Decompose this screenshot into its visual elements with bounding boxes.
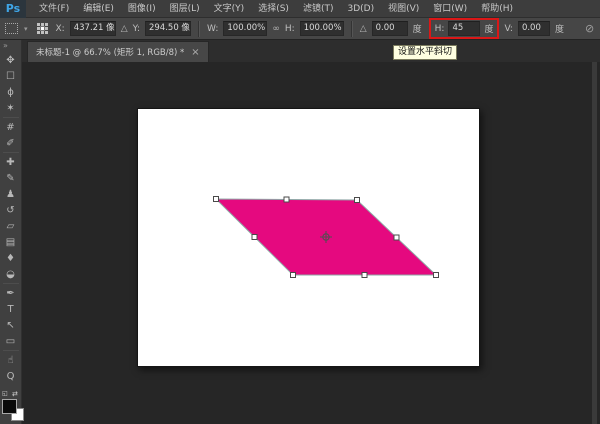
cancel-transform-icon[interactable]: ⊘ bbox=[585, 22, 595, 35]
document-tab[interactable]: 未标题-1 @ 66.7% (矩形 1, RGB/8) * × bbox=[27, 41, 209, 62]
tools-panel: » ✥ ☐ ϕ ✶ # ✐ ✚ ✎ ♟ ↺ ▱ ▤ ♦ ◒ ✒ T ↖ ▭ ☝ … bbox=[0, 40, 22, 424]
transform-handle[interactable] bbox=[214, 197, 219, 202]
menu-type[interactable]: 文字(Y) bbox=[207, 0, 252, 18]
x-position-field[interactable]: 437.21 像素 bbox=[70, 21, 116, 36]
swap-colors-icon[interactable]: ⇄ bbox=[12, 390, 18, 398]
transform-handle[interactable] bbox=[291, 273, 296, 278]
transform-handle[interactable] bbox=[252, 235, 257, 240]
vertical-skew-field[interactable]: 0.00 bbox=[518, 21, 550, 36]
menu-3d[interactable]: 3D(D) bbox=[340, 0, 381, 18]
tool-preset-caret-icon[interactable]: ▾ bbox=[24, 25, 28, 33]
horizontal-skew-field[interactable]: 45 bbox=[448, 21, 480, 36]
rotate-angle-field[interactable]: 0.00 bbox=[372, 21, 408, 36]
tool-separator bbox=[3, 152, 19, 153]
panel-dock-edge[interactable] bbox=[592, 62, 597, 424]
menu-select[interactable]: 选择(S) bbox=[251, 0, 296, 18]
path-selection-tool[interactable]: ↖ bbox=[1, 317, 21, 333]
x-label: X: bbox=[56, 24, 65, 34]
blur-tool[interactable]: ♦ bbox=[1, 250, 21, 266]
document-canvas[interactable] bbox=[137, 108, 480, 367]
menu-view[interactable]: 视图(V) bbox=[381, 0, 426, 18]
document-tab-bar: 未标题-1 @ 66.7% (矩形 1, RGB/8) * × bbox=[22, 40, 600, 62]
tool-separator bbox=[3, 117, 19, 118]
height-label: H: bbox=[285, 24, 295, 34]
y-label: Y: bbox=[133, 24, 140, 34]
relative-positioning-icon[interactable]: △ bbox=[121, 24, 128, 34]
magic-wand-tool[interactable]: ✶ bbox=[1, 100, 21, 116]
rotate-angle-icon: △ bbox=[360, 24, 367, 34]
photoshop-logo: Ps bbox=[0, 0, 26, 18]
lasso-tool[interactable]: ϕ bbox=[1, 84, 21, 100]
skew-h-label: H: bbox=[435, 24, 445, 34]
workspace-pasteboard bbox=[22, 62, 600, 424]
transform-handle[interactable] bbox=[434, 273, 439, 278]
transform-handle[interactable] bbox=[394, 235, 399, 240]
tool-preset-icon[interactable] bbox=[5, 23, 18, 34]
width-scale-field[interactable]: 100.00% bbox=[223, 21, 267, 36]
tooltip: 设置水平斜切 bbox=[393, 45, 457, 60]
options-separator bbox=[351, 21, 353, 37]
default-colors-icon[interactable]: ◱ bbox=[2, 390, 8, 397]
menu-bar: Ps 文件(F) 编辑(E) 图像(I) 图层(L) 文字(Y) 选择(S) 滤… bbox=[0, 0, 600, 18]
menu-edit[interactable]: 编辑(E) bbox=[76, 0, 121, 18]
collapse-panel-icon[interactable]: » bbox=[0, 40, 21, 52]
zoom-tool[interactable]: Q bbox=[1, 368, 21, 384]
move-tool[interactable]: ✥ bbox=[1, 52, 21, 68]
menu-filter[interactable]: 滤镜(T) bbox=[296, 0, 341, 18]
link-dimensions-icon[interactable]: ∞ bbox=[272, 24, 280, 34]
tool-separator bbox=[3, 350, 19, 351]
marquee-tool[interactable]: ☐ bbox=[1, 68, 21, 84]
y-position-field[interactable]: 294.50 像素 bbox=[145, 21, 191, 36]
menu-window[interactable]: 窗口(W) bbox=[426, 0, 474, 18]
options-separator bbox=[198, 21, 200, 37]
foreground-color-swatch[interactable] bbox=[2, 399, 17, 414]
tool-separator bbox=[3, 283, 19, 284]
transform-handle[interactable] bbox=[362, 273, 367, 278]
skew-h-unit-label: 度 bbox=[484, 22, 493, 35]
brush-tool[interactable]: ✎ bbox=[1, 170, 21, 186]
gradient-tool[interactable]: ▤ bbox=[1, 234, 21, 250]
close-icon[interactable]: × bbox=[191, 47, 199, 58]
menu-help[interactable]: 帮助(H) bbox=[474, 0, 520, 18]
type-tool[interactable]: T bbox=[1, 301, 21, 317]
dodge-tool[interactable]: ◒ bbox=[1, 266, 21, 282]
reference-point-locator[interactable] bbox=[37, 23, 49, 35]
shape-tool[interactable]: ▭ bbox=[1, 333, 21, 349]
history-brush-tool[interactable]: ↺ bbox=[1, 202, 21, 218]
transform-handle[interactable] bbox=[284, 197, 289, 202]
eraser-tool[interactable]: ▱ bbox=[1, 218, 21, 234]
highlight-box: H: 45 度 bbox=[429, 18, 500, 39]
transform-handle[interactable] bbox=[355, 198, 360, 203]
height-scale-field[interactable]: 100.00% bbox=[300, 21, 344, 36]
skew-v-label: V: bbox=[504, 24, 512, 34]
transform-options-bar: ▾ X: 437.21 像素 △ Y: 294.50 像素 W: 100.00%… bbox=[0, 18, 600, 40]
skew-v-unit-label: 度 bbox=[555, 22, 564, 35]
menu-layer[interactable]: 图层(L) bbox=[163, 0, 207, 18]
pen-tool[interactable]: ✒ bbox=[1, 285, 21, 301]
width-label: W: bbox=[207, 24, 218, 34]
healing-brush-tool[interactable]: ✚ bbox=[1, 154, 21, 170]
rotate-unit-label: 度 bbox=[413, 22, 422, 35]
document-tab-title: 未标题-1 @ 66.7% (矩形 1, RGB/8) * bbox=[36, 46, 184, 58]
color-swatches: ◱ ⇄ bbox=[0, 390, 22, 424]
transform-overlay bbox=[138, 109, 479, 366]
menu-file[interactable]: 文件(F) bbox=[32, 0, 76, 18]
clone-stamp-tool[interactable]: ♟ bbox=[1, 186, 21, 202]
hand-tool[interactable]: ☝ bbox=[1, 352, 21, 368]
eyedropper-tool[interactable]: ✐ bbox=[1, 135, 21, 151]
menu-image[interactable]: 图像(I) bbox=[121, 0, 163, 18]
crop-tool[interactable]: # bbox=[1, 119, 21, 135]
